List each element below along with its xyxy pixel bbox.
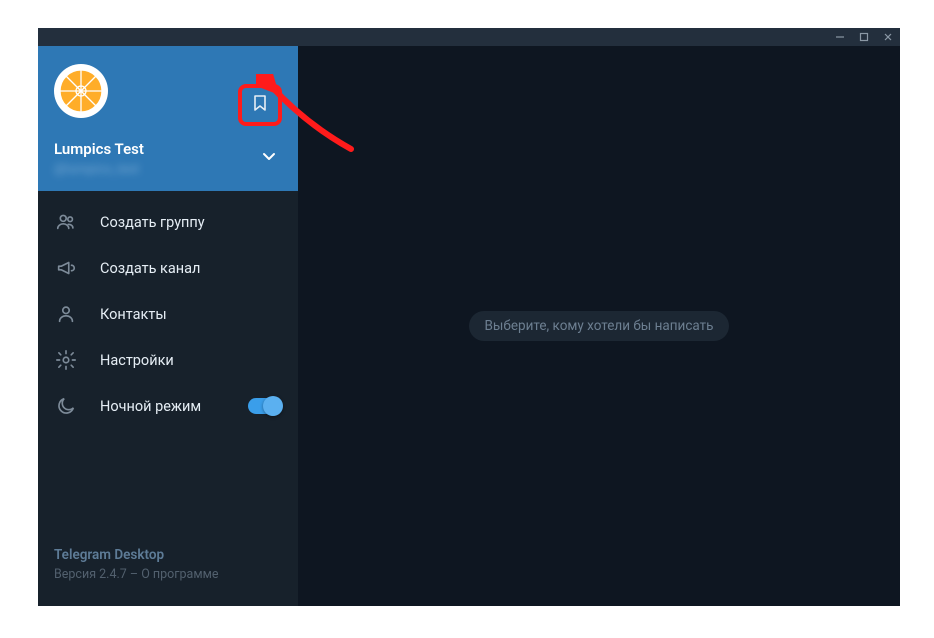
moon-icon <box>54 394 78 418</box>
menu-item-new-channel[interactable]: Создать канал <box>38 245 298 291</box>
app-window: Lumpics Test @lumpics_test Создать групп… <box>38 28 900 606</box>
menu: Создать группу Создать канал Контакты <box>38 191 298 429</box>
profile-username: Lumpics Test <box>54 140 282 158</box>
profile-block: Lumpics Test @lumpics_test <box>38 46 298 191</box>
app-body: Lumpics Test @lumpics_test Создать групп… <box>38 46 900 606</box>
bookmark-icon <box>252 94 268 116</box>
expand-accounts-button[interactable] <box>260 147 278 169</box>
menu-label: Контакты <box>100 306 167 323</box>
footer-app-name: Telegram Desktop <box>54 547 282 563</box>
saved-messages-button[interactable] <box>238 84 282 126</box>
gear-icon <box>54 348 78 372</box>
menu-item-settings[interactable]: Настройки <box>38 337 298 383</box>
close-button[interactable] <box>882 31 894 43</box>
titlebar <box>38 28 900 46</box>
avatar[interactable] <box>54 64 108 118</box>
empty-state-placeholder: Выберите, кому хотели бы написать <box>469 311 730 341</box>
sidebar: Lumpics Test @lumpics_test Создать групп… <box>38 46 298 606</box>
menu-item-new-group[interactable]: Создать группу <box>38 199 298 245</box>
chevron-down-icon <box>260 147 278 165</box>
profile-handle: @lumpics_test <box>54 162 282 177</box>
footer-version[interactable]: Версия 2.4.7 – О программе <box>54 567 282 582</box>
night-mode-toggle[interactable] <box>248 398 282 414</box>
menu-label: Создать группу <box>100 214 205 231</box>
group-icon <box>54 210 78 234</box>
menu-label: Создать канал <box>100 260 200 277</box>
toggle-knob <box>263 396 283 416</box>
maximize-button[interactable] <box>858 31 870 43</box>
menu-label: Ночной режим <box>100 398 201 415</box>
main-area: Выберите, кому хотели бы написать <box>298 46 900 606</box>
menu-item-night-mode[interactable]: Ночной режим <box>38 383 298 429</box>
sidebar-footer: Telegram Desktop Версия 2.4.7 – О програ… <box>38 547 298 606</box>
minimize-button[interactable] <box>834 31 846 43</box>
menu-label: Настройки <box>100 352 174 369</box>
menu-item-contacts[interactable]: Контакты <box>38 291 298 337</box>
megaphone-icon <box>54 256 78 280</box>
person-icon <box>54 302 78 326</box>
